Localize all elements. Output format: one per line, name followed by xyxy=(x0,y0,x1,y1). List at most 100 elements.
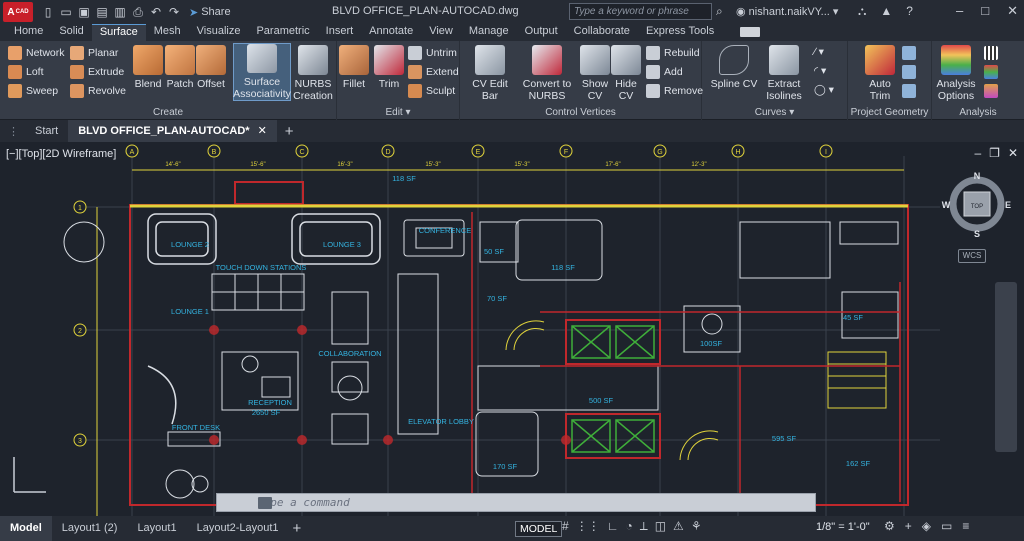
annotation-scale-icon[interactable]: ⚘ xyxy=(691,519,702,534)
save-to-web-icon[interactable]: ▥ xyxy=(113,5,127,19)
annotation-scale[interactable]: 1/8" = 1'-0" xyxy=(816,521,870,533)
isodraft-icon[interactable]: ⟂ xyxy=(640,519,648,534)
tab-insert[interactable]: Insert xyxy=(318,24,362,41)
network-button[interactable]: Network xyxy=(8,46,65,60)
maximize-icon[interactable]: □ xyxy=(981,3,989,19)
model-space-button[interactable]: MODEL xyxy=(515,521,563,537)
untrim-button[interactable]: Untrim xyxy=(408,46,457,60)
search-input[interactable]: Type a keyword or phrase xyxy=(569,3,712,20)
extract-isolines-button[interactable]: Extract Isolines xyxy=(762,45,806,102)
tab-menu-icon[interactable]: ⋮ xyxy=(8,125,19,138)
layout-tab-layout1-2[interactable]: Layout1 (2) xyxy=(52,516,128,541)
tab-express-tools[interactable]: Express Tools xyxy=(638,24,722,41)
surface-associativity-button[interactable]: Surface Associativity xyxy=(233,43,291,101)
command-prompt-icon[interactable] xyxy=(258,497,272,509)
convert-to-nurbs-button[interactable]: Convert to NURBS xyxy=(522,45,572,102)
add-icon[interactable]: + xyxy=(905,519,912,533)
ribbon-minimize-toggle[interactable] xyxy=(740,27,761,37)
layout-tab-layout2[interactable]: Layout2-Layout1 xyxy=(187,516,289,541)
project-view-button[interactable] xyxy=(902,65,916,79)
tab-active-drawing[interactable]: BLVD OFFICE_PLAN-AUTOCAD* ✕ xyxy=(68,120,277,142)
save-icon[interactable]: ▣ xyxy=(77,5,91,19)
line-tool-button[interactable]: ∕ ▾ xyxy=(814,46,824,58)
hide-cv-button[interactable]: Hide CV xyxy=(611,45,641,102)
grid-icon[interactable]: # xyxy=(562,519,569,534)
add-cv-button[interactable]: Add xyxy=(646,65,683,79)
new-tab-icon[interactable]: + xyxy=(285,123,294,140)
close-icon[interactable]: ✕ xyxy=(1007,3,1018,19)
print-icon[interactable]: ⎙ xyxy=(131,5,145,19)
tab-solid[interactable]: Solid xyxy=(51,24,91,41)
share-button[interactable]: ➤ Share xyxy=(189,6,231,19)
remove-cv-button[interactable]: Remove xyxy=(646,84,703,98)
new-file-icon[interactable]: ▯ xyxy=(41,5,55,19)
nurbs-creation-button[interactable]: NURBS Creation xyxy=(293,45,333,102)
panel-title-edit[interactable]: Edit ▾ xyxy=(337,107,459,118)
cv-edit-bar-button[interactable]: CV Edit Bar xyxy=(464,45,516,102)
viewport-minimize-icon[interactable]: – xyxy=(974,146,981,160)
show-cv-button[interactable]: Show CV xyxy=(580,45,610,102)
circle-tool-button[interactable]: ◯ ▾ xyxy=(814,84,834,96)
rebuild-button[interactable]: Rebuild xyxy=(646,46,700,60)
user-account[interactable]: ◉ nishant.naikVY... ▾ xyxy=(736,5,838,18)
autocad-logo[interactable]: A CAD xyxy=(3,2,33,22)
minimize-icon[interactable]: – xyxy=(956,3,963,19)
tab-mesh[interactable]: Mesh xyxy=(146,24,189,41)
add-layout-icon[interactable]: + xyxy=(293,520,302,537)
help-icon[interactable]: ? xyxy=(906,4,913,19)
revolve-button[interactable]: Revolve xyxy=(70,84,126,98)
layout-tab-model[interactable]: Model xyxy=(0,516,52,541)
trim-button[interactable]: Trim xyxy=(374,45,404,90)
snap-icon[interactable]: ⋮⋮ xyxy=(576,519,600,534)
curvature-button[interactable] xyxy=(984,65,998,79)
tab-visualize[interactable]: Visualize xyxy=(189,24,249,41)
loft-button[interactable]: Loft xyxy=(8,65,44,79)
ortho-icon[interactable]: ∟ xyxy=(607,519,619,534)
spline-cv-button[interactable]: Spline CV xyxy=(708,45,760,90)
annotation-visibility-icon[interactable]: ⚠ xyxy=(673,519,684,534)
viewport-restore-icon[interactable]: ❐ xyxy=(989,146,1000,160)
sweep-button[interactable]: Sweep xyxy=(8,84,58,98)
arc-tool-button[interactable]: ◜ ▾ xyxy=(814,65,826,77)
wcs-menu[interactable]: WCS xyxy=(958,249,986,263)
extrude-button[interactable]: Extrude xyxy=(70,65,124,79)
layout-tab-layout1[interactable]: Layout1 xyxy=(127,516,186,541)
draft-button[interactable] xyxy=(984,84,998,98)
viewcube[interactable]: TOP N S E W xyxy=(942,171,1011,239)
tab-parametric[interactable]: Parametric xyxy=(248,24,317,41)
redo-icon[interactable]: ↷ xyxy=(167,5,181,19)
zebra-button[interactable] xyxy=(984,46,998,60)
analysis-options-button[interactable]: Analysis Options xyxy=(934,45,978,102)
viewport-close-icon[interactable]: ✕ xyxy=(1008,146,1018,160)
binoculars-icon[interactable]: ⌕ xyxy=(716,4,723,19)
settings-gear-icon[interactable]: ⚙ xyxy=(884,519,895,533)
project-vector-button[interactable] xyxy=(902,84,916,98)
cart-icon[interactable]: ⛬ xyxy=(858,4,866,19)
fillet-button[interactable]: Fillet xyxy=(339,45,369,90)
close-tab-icon[interactable]: ✕ xyxy=(258,125,267,137)
sculpt-button[interactable]: Sculpt xyxy=(408,84,455,98)
blend-button[interactable]: Blend xyxy=(133,45,163,90)
patch-button[interactable]: Patch xyxy=(164,45,196,90)
customization-icon[interactable]: ≡ xyxy=(962,519,969,533)
extend-button[interactable]: Extend xyxy=(408,65,459,79)
navigation-bar[interactable] xyxy=(995,282,1017,452)
open-folder-icon[interactable]: ▭ xyxy=(59,5,73,19)
tab-view[interactable]: View xyxy=(421,24,461,41)
panel-title-curves[interactable]: Curves ▾ xyxy=(702,107,847,118)
project-ucs-button[interactable] xyxy=(902,46,916,60)
auto-trim-button[interactable]: Auto Trim xyxy=(864,45,896,102)
tab-manage[interactable]: Manage xyxy=(461,24,517,41)
osnap-icon[interactable]: ◫ xyxy=(655,519,666,534)
polar-icon[interactable]: ◔ xyxy=(625,519,632,534)
tab-collaborate[interactable]: Collaborate xyxy=(566,24,638,41)
viewport-controls-label[interactable]: [−][Top][2D Wireframe] xyxy=(6,148,116,160)
exchange-icon[interactable]: ▲ xyxy=(880,4,892,19)
drawing-canvas[interactable]: A B C D E F G H I 1 2 3 14'-6" 15'-6" 16… xyxy=(0,142,1024,516)
undo-icon[interactable]: ↶ xyxy=(149,5,163,19)
tab-start[interactable]: Start xyxy=(25,120,68,142)
tab-surface[interactable]: Surface xyxy=(91,24,146,41)
tab-annotate[interactable]: Annotate xyxy=(361,24,421,41)
tab-output[interactable]: Output xyxy=(517,24,566,41)
isolate-objects-icon[interactable]: ◈ xyxy=(922,519,931,533)
